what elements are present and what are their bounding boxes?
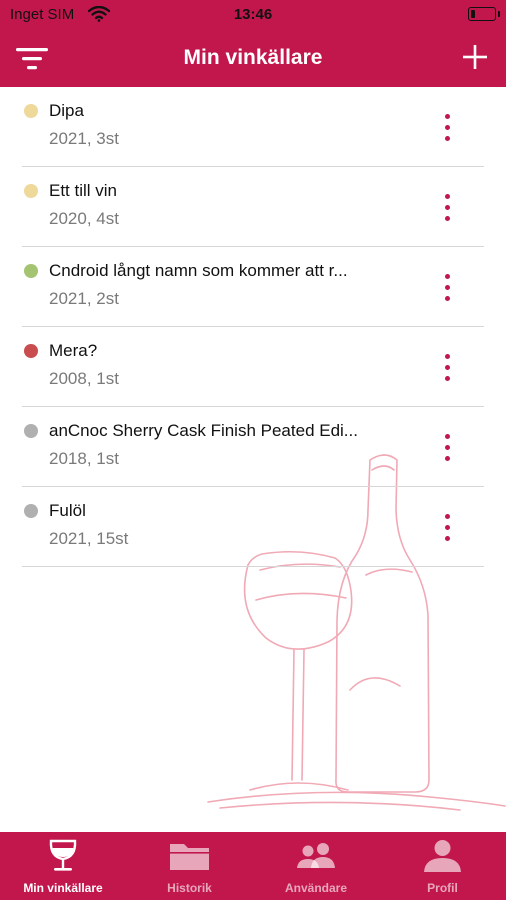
status-dot	[24, 104, 38, 118]
wine-meta: 2018, 1st	[49, 449, 119, 468]
page-title: Min vinkällare	[183, 46, 323, 69]
divider	[22, 566, 484, 567]
more-options-icon[interactable]	[430, 191, 464, 225]
clock: 13:46	[233, 6, 273, 23]
tab-min-vinkallare[interactable]: Min vinkällare	[0, 832, 126, 900]
battery-icon	[468, 7, 500, 21]
more-options-icon[interactable]	[430, 271, 464, 305]
navigation-bar: Min vinkällare	[0, 30, 506, 87]
tab-label: Användare	[284, 881, 348, 895]
tab-label: Min vinkällare	[23, 881, 103, 895]
tab-label: Historik	[167, 881, 212, 895]
wine-name: Cndroid långt namn som kommer att r...	[49, 261, 348, 280]
list-item[interactable]: anCnoc Sherry Cask Finish Peated Edi... …	[0, 407, 506, 487]
tab-label: Profil	[427, 881, 458, 895]
wine-meta: 2021, 3st	[49, 129, 119, 148]
folder-icon	[126, 838, 253, 874]
status-dot	[24, 344, 38, 358]
tab-anvandare[interactable]: Användare	[253, 832, 379, 900]
list-item[interactable]: Fulöl 2021, 15st	[0, 487, 506, 567]
wine-name: anCnoc Sherry Cask Finish Peated Edi...	[49, 421, 358, 440]
more-options-icon[interactable]	[430, 351, 464, 385]
wine-glass-icon	[0, 838, 126, 874]
more-options-icon[interactable]	[430, 511, 464, 545]
status-dot	[24, 184, 38, 198]
more-options-icon[interactable]	[430, 111, 464, 145]
wine-name: Mera?	[49, 341, 98, 360]
wine-name: Ett till vin	[49, 181, 118, 200]
status-bar: Inget SIM 13:46	[0, 0, 506, 30]
status-dot	[24, 504, 38, 518]
status-dot	[24, 264, 38, 278]
wine-meta: 2020, 4st	[49, 209, 119, 228]
more-options-icon[interactable]	[430, 431, 464, 465]
list-item[interactable]: Mera? 2008, 1st	[0, 327, 506, 407]
tab-bar: Min vinkällare Historik Användare Profil	[0, 832, 506, 900]
users-icon	[253, 838, 379, 874]
list-item[interactable]: Dipa 2021, 3st	[0, 87, 506, 167]
list-item[interactable]: Ett till vin 2020, 4st	[0, 167, 506, 247]
add-icon[interactable]	[460, 42, 490, 72]
wine-meta: 2021, 15st	[49, 529, 129, 548]
tab-profil[interactable]: Profil	[379, 832, 506, 900]
wine-name: Dipa	[49, 101, 84, 120]
list-item[interactable]: Cndroid långt namn som kommer att r... 2…	[0, 247, 506, 327]
wine-meta: 2021, 2st	[49, 289, 119, 308]
tab-historik[interactable]: Historik	[126, 832, 253, 900]
wine-list: Dipa 2021, 3st Ett till vin 2020, 4st Cn…	[0, 87, 506, 567]
profile-icon	[379, 838, 506, 874]
status-dot	[24, 424, 38, 438]
wine-meta: 2008, 1st	[49, 369, 119, 388]
wine-name: Fulöl	[49, 501, 86, 520]
